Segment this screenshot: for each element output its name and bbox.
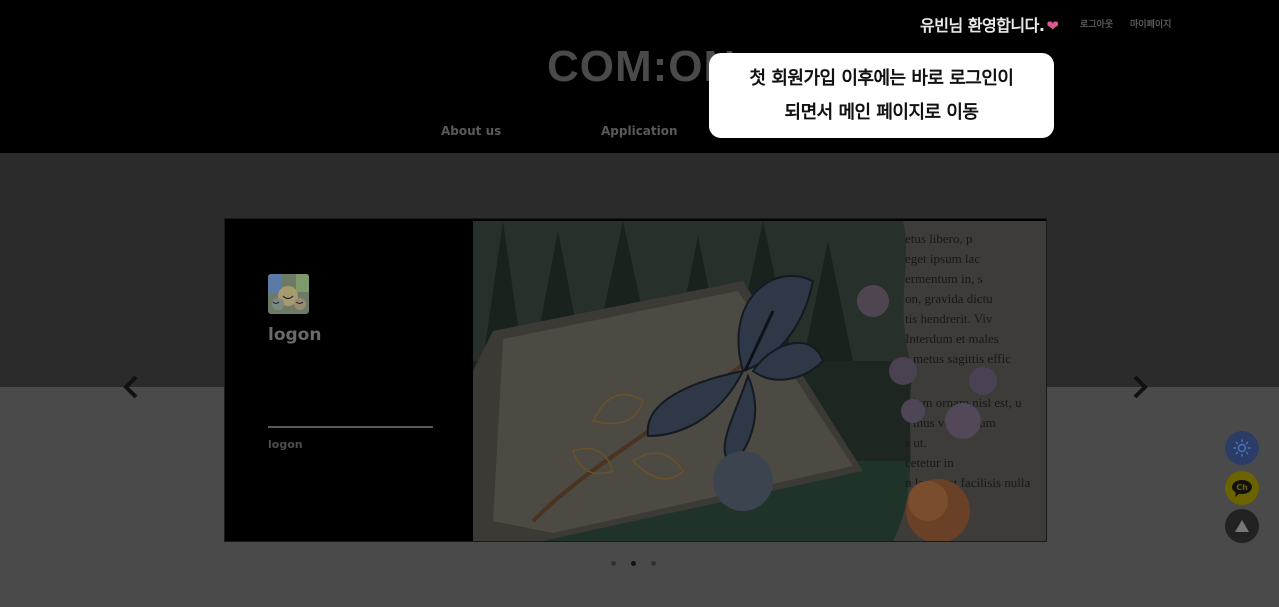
svg-text:cetetur in: cetetur in (905, 455, 954, 470)
slide-divider (268, 426, 433, 428)
page: 유빈님 환영합니다. ❤ 로그아웃 마이페이지 COM:ON About us A… (0, 0, 1279, 607)
slide-subtitle: logon (268, 438, 303, 451)
scroll-top-button[interactable] (1225, 509, 1259, 543)
heart-icon: ❤ (1046, 17, 1059, 35)
pagination-dot-1[interactable] (611, 561, 616, 566)
nav-item-application[interactable]: Application (601, 124, 678, 138)
welcome-text: 유빈님 환영합니다. (920, 16, 1045, 35)
svg-text:ermentum in, s: ermentum in, s (905, 271, 983, 286)
tooltip-line-1: 첫 회원가입 이후에는 바로 로그인이 (749, 67, 1014, 89)
tooltip-line-2: 되면서 메인 페이지로 이동 (784, 101, 979, 123)
svg-text:tis hendrerit. Viv: tis hendrerit. Viv (905, 311, 993, 326)
arrow-up-icon (1235, 520, 1249, 532)
slide-info-panel: logon logon (225, 219, 473, 541)
mypage-link[interactable]: 마이페이지 (1130, 17, 1171, 30)
svg-text:eget ipsum lac: eget ipsum lac (905, 251, 980, 266)
pagination-dot-3[interactable] (651, 561, 656, 566)
kakao-chat-button[interactable]: Ch (1225, 471, 1259, 505)
app-slide[interactable]: logon logon etus libero, p eget ipsum la… (224, 218, 1047, 542)
chevron-left-icon (123, 375, 138, 399)
svg-text:on, gravida dictu: on, gravida dictu (905, 291, 993, 306)
svg-text:s ut.: s ut. (905, 435, 927, 450)
onboarding-tooltip: 첫 회원가입 이후에는 바로 로그인이 되면서 메인 페이지로 이동 (709, 53, 1054, 138)
slider-prev-button[interactable] (121, 374, 141, 400)
chat-label: Ch (1236, 483, 1248, 492)
svg-text:Interdum et males: Interdum et males (905, 331, 999, 346)
sun-icon (1233, 439, 1251, 457)
site-logo[interactable]: COM:ON (547, 42, 736, 92)
svg-text:etus libero, p: etus libero, p (905, 231, 973, 246)
pagination-dot-2[interactable] (631, 561, 636, 566)
welcome-message: 유빈님 환영합니다. ❤ (920, 12, 1059, 36)
slide-title: logon (268, 325, 322, 345)
chat-bubble-icon: Ch (1232, 480, 1252, 497)
logout-link[interactable]: 로그아웃 (1080, 17, 1113, 30)
nav-item-about-us[interactable]: About us (441, 124, 501, 138)
site-header: 유빈님 환영합니다. ❤ 로그아웃 마이페이지 COM:ON About us A… (0, 0, 1279, 153)
chevron-right-icon (1133, 375, 1148, 399)
slide-artwork: etus libero, p eget ipsum lac ermentum i… (473, 221, 1046, 541)
svg-text:metus sagittis effic: metus sagittis effic (913, 351, 1011, 366)
slider-next-button[interactable] (1130, 374, 1150, 400)
app-icon (268, 274, 309, 314)
slider-pagination (611, 561, 656, 566)
theme-toggle-button[interactable] (1225, 431, 1259, 465)
